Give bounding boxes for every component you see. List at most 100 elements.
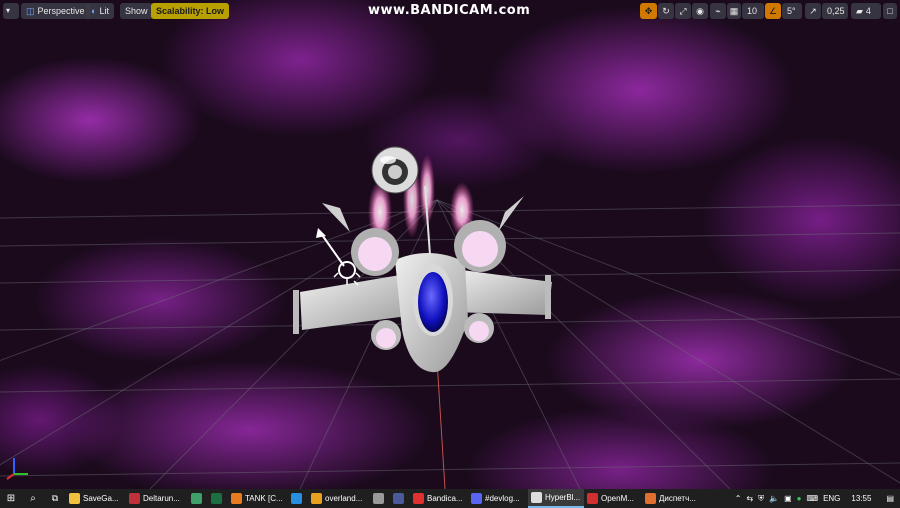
taskbar-app-button[interactable] [208, 489, 228, 508]
globe-icon: ◉ [696, 6, 704, 16]
app-icon [129, 493, 140, 504]
viewport-menu-button[interactable]: ▾ [3, 3, 19, 19]
chevron-up-icon[interactable]: ⌃ [735, 494, 742, 503]
taskbar-app-button[interactable]: OpenM... [584, 489, 642, 508]
notifications-icon[interactable]: ▤ [886, 494, 894, 503]
app-icon [231, 493, 242, 504]
maximize-viewport-button[interactable]: □ [883, 3, 897, 19]
taskbar-app-label: HyperBl... [545, 493, 581, 502]
bandicam-watermark: www.BANDICAM.com [368, 3, 531, 18]
scalability-label: Scalability: Low [156, 6, 225, 16]
status-circle-icon[interactable]: ● [797, 494, 802, 503]
scalability-warning-badge[interactable]: Scalability: Low [151, 3, 230, 19]
taskbar-app-button[interactable]: SaveGa... [66, 489, 126, 508]
record-icon [413, 493, 424, 504]
taskbar-app-label: TANK [C... [245, 494, 283, 503]
maximize-icon: □ [887, 6, 893, 16]
taskbar-app-button[interactable]: #devlog... [468, 489, 528, 508]
app-icon [645, 493, 656, 504]
scale-icon: ⤢ [679, 6, 687, 16]
angle-icon: ∠ [768, 6, 778, 16]
coordinate-space-button[interactable]: ◉ [692, 3, 708, 19]
windows-logo-icon: ⊞ [6, 493, 16, 504]
excel-icon [211, 493, 222, 504]
lit-label: Lit [99, 6, 109, 16]
taskbar-app-label: overland... [325, 494, 363, 503]
taskbar-app-button[interactable]: Deltarun... [126, 489, 188, 508]
scale-mode-button[interactable]: ⤢ [675, 3, 691, 19]
show-button[interactable]: Show [120, 3, 153, 19]
tail-fin [498, 196, 524, 232]
search-icon: ⌕ [30, 493, 36, 504]
taskbar-app-label: OpenM... [601, 494, 634, 503]
app-icon [587, 493, 598, 504]
git-icon [191, 493, 202, 504]
direction-arrow-icon[interactable] [319, 231, 345, 267]
scale-snap-toggle[interactable]: ↗ [805, 3, 821, 19]
unreal-icon [531, 492, 542, 503]
rotation-snap-toggle[interactable]: ∠ [765, 3, 781, 19]
taskbar-apps: SaveGa... Deltarun... TANK [C... overland..… [66, 489, 704, 508]
taskbar-app-button[interactable]: TANK [C... [228, 489, 288, 508]
taskbar-app-label: Deltarun... [143, 494, 180, 503]
taskbar-app-button[interactable]: Диспетч... [642, 489, 704, 508]
windows-taskbar: ⊞ ⌕ ⧉ SaveGa... Deltarun... TANK [C... over… [0, 489, 900, 508]
taskbar-app-button[interactable] [288, 489, 308, 508]
blender-icon [373, 493, 384, 504]
app-tray-icon[interactable]: ▣ [784, 494, 792, 503]
rotate-mode-button[interactable]: ↻ [658, 3, 674, 19]
scale-snap-icon: ↗ [809, 6, 817, 16]
taskbar-app-label: Диспетч... [659, 494, 696, 503]
show-label: Show [125, 6, 148, 16]
camera-speed-button[interactable]: ▰ 4 [851, 3, 881, 19]
perspective-label: Perspective [37, 6, 85, 16]
perspective-button[interactable]: ◫ Perspective [21, 3, 90, 19]
app-icon [311, 493, 322, 504]
level-viewport[interactable]: ▾ ◫ Perspective ◐ Lit Show Scalability: … [0, 0, 900, 489]
rotate-icon: ↻ [662, 6, 670, 16]
cockpit-canopy [418, 272, 448, 332]
taskbar-app-button[interactable]: HyperBl... [528, 489, 584, 508]
taskbar-app-button[interactable] [188, 489, 208, 508]
surface-snap-icon: ⌁ [715, 6, 721, 16]
surface-snap-button[interactable]: ⌁ [710, 3, 726, 19]
light-source-icon[interactable] [338, 261, 356, 279]
perspective-icon: ◫ [26, 6, 35, 16]
language-indicator[interactable]: ENG [823, 494, 840, 503]
scale-snap-value[interactable]: 0,25 [822, 3, 848, 19]
taskbar-app-button[interactable]: Bandica... [410, 489, 468, 508]
volume-icon[interactable]: 🔈 [769, 494, 779, 503]
task-view-icon: ⧉ [51, 493, 59, 503]
taskbar-app-label: #devlog... [485, 494, 520, 503]
tail-fin [322, 203, 350, 232]
chevron-down-icon: ▾ [6, 6, 11, 15]
keyboard-icon[interactable]: ⌨ [807, 494, 819, 503]
shield-icon[interactable]: ⛨ [758, 494, 764, 504]
taskbar-app-button[interactable] [370, 489, 390, 508]
taskbar-app-button[interactable]: overland... [308, 489, 370, 508]
taskbar-app-label: SaveGa... [83, 494, 119, 503]
grid-snap-toggle[interactable]: ▦ [727, 3, 741, 19]
player-ship-model[interactable] [0, 0, 900, 489]
taskbar-app-label: Bandica... [427, 494, 463, 503]
translate-mode-button[interactable]: ✥ [640, 3, 657, 19]
taskbar-app-button[interactable] [390, 489, 410, 508]
clock[interactable]: 13:55 [851, 494, 871, 503]
axis-gizmo [6, 458, 28, 480]
search-button[interactable]: ⌕ [22, 489, 44, 508]
grid-icon: ▦ [729, 6, 739, 16]
folder-icon [69, 493, 80, 504]
lit-icon: ◐ [91, 6, 97, 16]
task-view-button[interactable]: ⧉ [44, 489, 66, 508]
move-icon: ✥ [644, 6, 653, 16]
network-icon[interactable]: ⇆ [746, 494, 753, 503]
system-tray: ⌃ ⇆ ⛨ 🔈 ▣ ● ⌨ ENG 13:55 ▤ [735, 489, 900, 508]
grid-snap-value[interactable]: 10 [742, 3, 764, 19]
rotation-snap-value[interactable]: 5° [782, 3, 802, 19]
start-button[interactable]: ⊞ [0, 489, 22, 508]
camera-icon: ▰ [856, 6, 863, 16]
vscode-icon [291, 493, 302, 504]
discord-icon [471, 493, 482, 504]
app-icon [393, 493, 404, 504]
lit-button[interactable]: ◐ Lit [86, 3, 114, 19]
